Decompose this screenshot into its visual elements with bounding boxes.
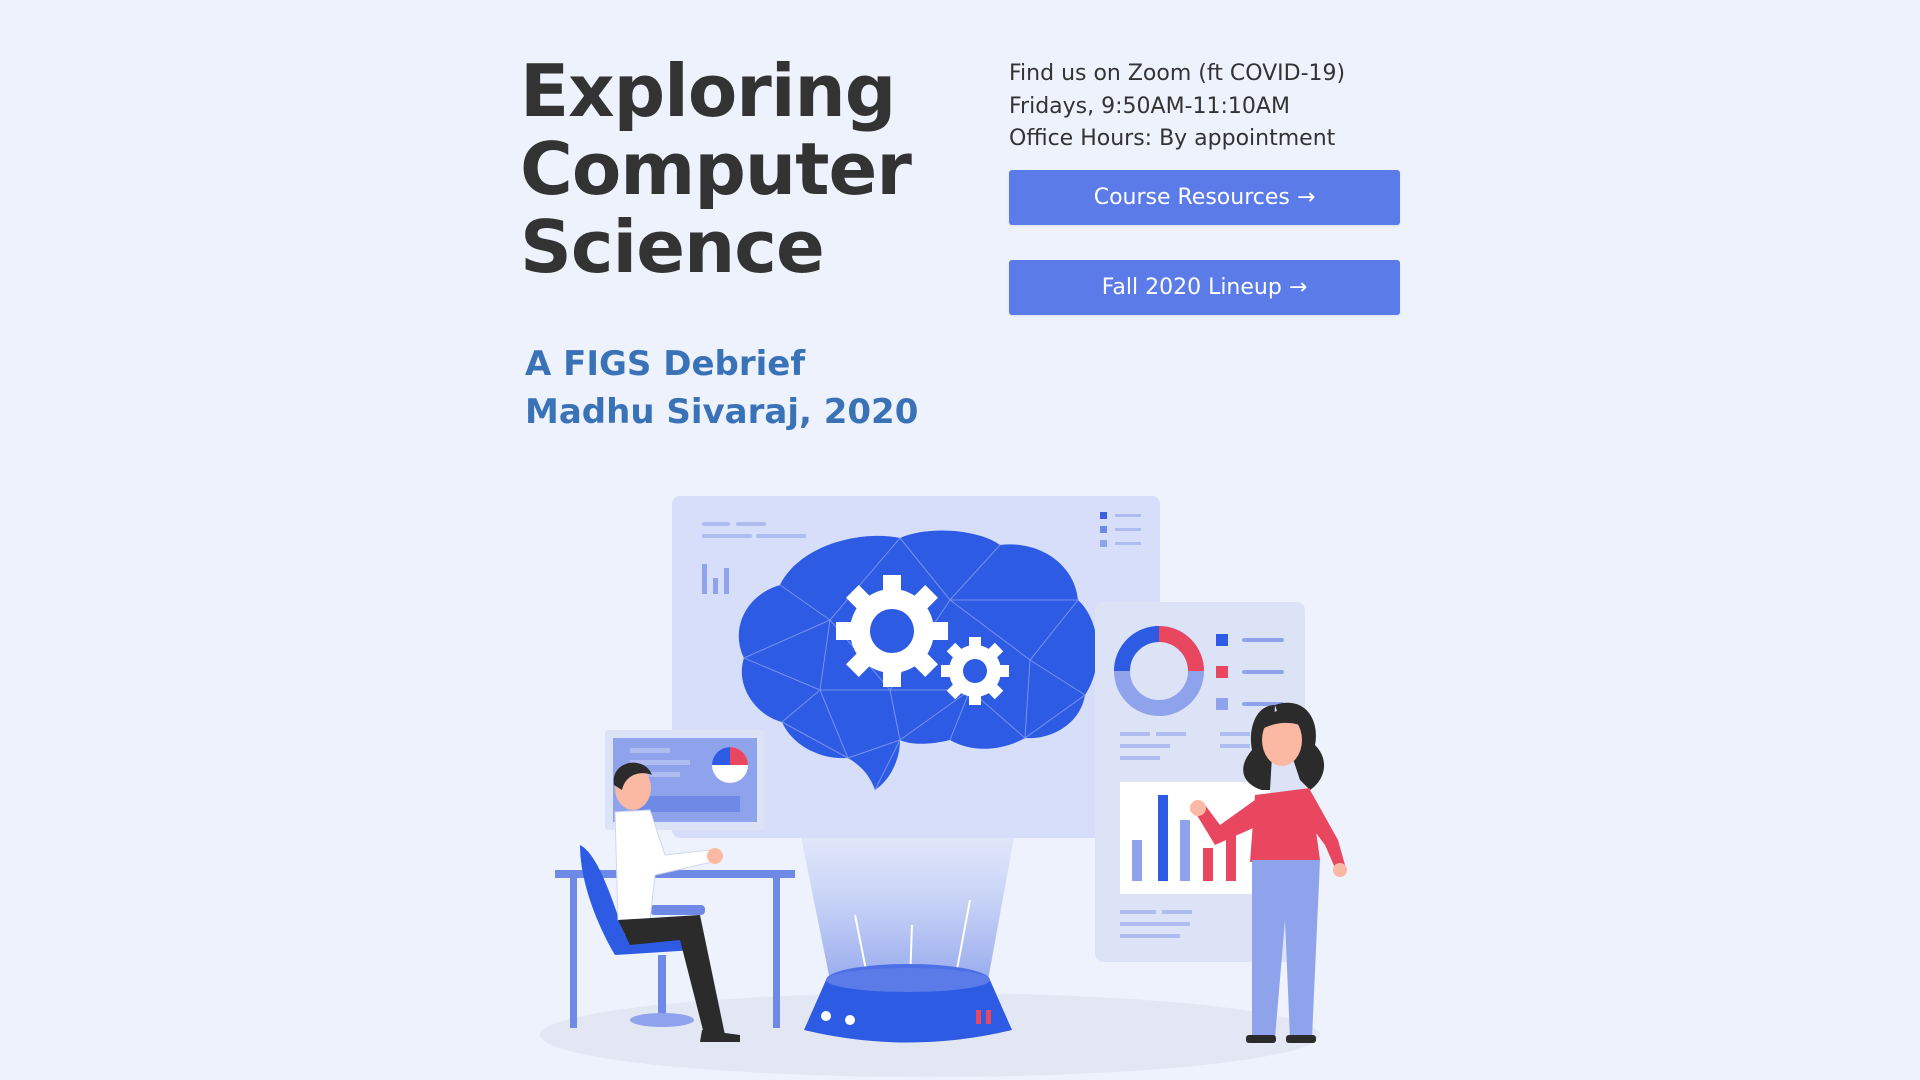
page: Exploring Computer Science A FIGS Debrie… — [0, 0, 1920, 1080]
page-title: Exploring Computer Science — [520, 52, 940, 286]
hologram-projector — [800, 832, 1015, 1043]
title-line-2: Computer — [520, 127, 912, 211]
gear-icon-small — [941, 637, 1009, 705]
ai-brain-team-illustration — [540, 496, 1347, 1077]
fall-2020-lineup-button[interactable]: Fall 2020 Lineup → — [1009, 260, 1400, 315]
info-zoom: Find us on Zoom (ft COVID-19) — [1009, 61, 1346, 86]
subtitle: A FIGS Debrief Madhu Sivaraj, 2020 — [525, 340, 918, 436]
subtitle-line-1: A FIGS Debrief — [525, 344, 806, 384]
info-schedule: Fridays, 9:50AM-11:10AM — [1009, 93, 1290, 119]
subtitle-line-2: Madhu Sivaraj, 2020 — [525, 392, 919, 432]
gear-icon-large — [836, 575, 948, 687]
course-info: Find us on Zoom (ft COVID-19) Fridays, 9… — [1009, 58, 1345, 156]
course-resources-button[interactable]: Course Resources → — [1009, 170, 1400, 225]
info-office-hours: Office Hours: By appointment — [1009, 126, 1336, 151]
title-line-1: Exploring — [520, 49, 896, 133]
title-line-3: Science — [520, 205, 825, 289]
